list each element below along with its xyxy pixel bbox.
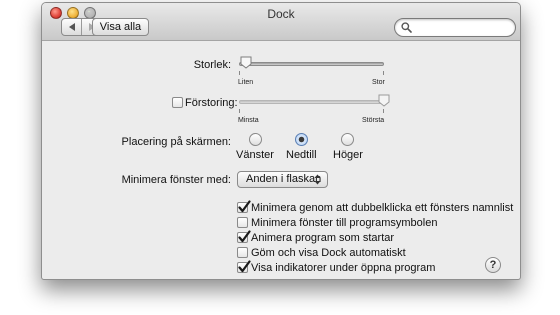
option-label-autohide: Göm och visa Dock automatiskt xyxy=(251,247,406,259)
size-tick-min xyxy=(239,71,240,75)
search-icon xyxy=(401,22,412,33)
position-bottom-label: Nedtill xyxy=(286,149,317,161)
back-arrow-icon xyxy=(68,23,75,31)
size-slider-track[interactable] xyxy=(239,62,384,66)
popup-arrows-icon xyxy=(314,174,321,185)
magnification-label: Förstoring: xyxy=(185,97,238,109)
option-checkbox-minimize-to-icon[interactable] xyxy=(237,217,248,228)
size-slider-thumb[interactable] xyxy=(240,56,252,69)
minimize-effect-label: Minimera fönster med: xyxy=(121,174,231,186)
show-all-button[interactable]: Visa alla xyxy=(92,18,149,36)
magnification-tick-min xyxy=(239,109,240,113)
minimize-effect-value: Anden i flaskan xyxy=(246,173,322,185)
magnification-slider-track[interactable] xyxy=(239,100,384,104)
search-field[interactable] xyxy=(394,18,516,37)
option-checkbox-animate[interactable] xyxy=(237,230,251,243)
size-label: Storlek: xyxy=(193,59,231,71)
size-min-label: Liten xyxy=(238,79,254,86)
title-bar[interactable]: Dock Visa alla xyxy=(42,3,520,41)
position-right-label: Höger xyxy=(333,149,363,161)
dock-preferences-window: Dock Visa alla Storlek: Liten Stor Först… xyxy=(41,2,521,280)
position-bottom-radio[interactable] xyxy=(295,133,308,146)
magnification-slider-thumb[interactable] xyxy=(378,94,390,107)
size-max-label: Stor xyxy=(372,79,385,86)
back-button[interactable] xyxy=(62,19,81,35)
magnification-checkbox[interactable] xyxy=(172,97,183,108)
option-label-double-click: Minimera genom att dubbelklicka ett föns… xyxy=(251,202,514,214)
option-checkbox-autohide[interactable] xyxy=(237,247,248,258)
size-tick-max xyxy=(383,71,384,75)
position-label: Placering på skärmen: xyxy=(121,136,231,148)
option-checkbox-indicators[interactable] xyxy=(237,260,251,273)
position-left-radio[interactable] xyxy=(249,133,262,146)
help-button[interactable]: ? xyxy=(485,257,501,273)
magnification-tick-max xyxy=(383,109,384,113)
option-label-minimize-to-icon: Minimera fönster till programsymbolen xyxy=(251,217,438,229)
magnification-max-label: Största xyxy=(362,117,385,124)
minimize-effect-popup[interactable]: Anden i flaskan xyxy=(237,171,328,188)
magnification-min-label: Minsta xyxy=(238,117,259,124)
option-label-animate: Animera program som startar xyxy=(251,232,395,244)
position-left-label: Vänster xyxy=(236,149,274,161)
option-checkbox-double-click[interactable] xyxy=(237,200,251,213)
option-label-indicators: Visa indikatorer under öppna program xyxy=(251,262,436,274)
position-right-radio[interactable] xyxy=(341,133,354,146)
